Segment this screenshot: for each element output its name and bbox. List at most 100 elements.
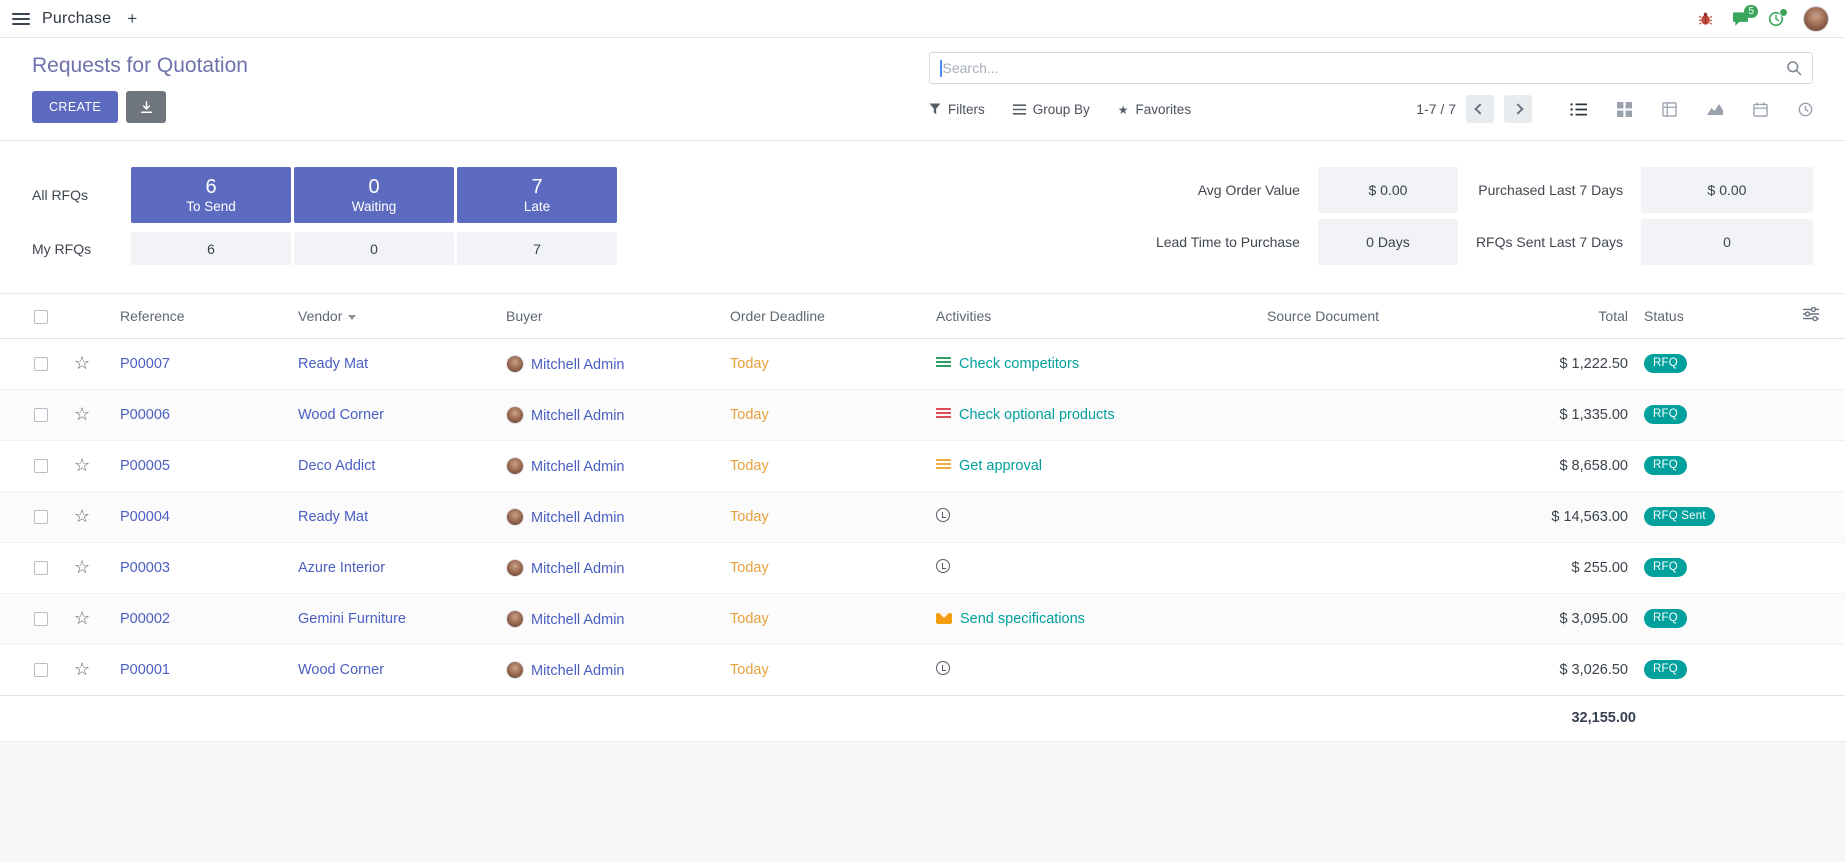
group-by-icon (1013, 104, 1026, 115)
favorite-star-icon[interactable] (74, 608, 90, 628)
late-card[interactable]: 7 Late (457, 167, 617, 223)
table-row[interactable]: P00006 Wood Corner Mitchell Admin Today … (0, 389, 1845, 440)
favorite-star-icon[interactable] (74, 506, 90, 526)
row-checkbox[interactable] (34, 663, 48, 677)
buyer-link[interactable]: Mitchell Admin (531, 561, 624, 577)
col-header-activities[interactable]: Activities (928, 294, 1259, 338)
clock-icon[interactable] (936, 661, 950, 675)
vendor-link[interactable]: Wood Corner (298, 662, 384, 678)
col-header-source-document[interactable]: Source Document (1259, 294, 1496, 338)
buyer-link[interactable]: Mitchell Admin (531, 510, 624, 526)
vendor-link[interactable]: Wood Corner (298, 407, 384, 423)
favorite-star-icon[interactable] (74, 353, 90, 373)
group-by-button[interactable]: Group By (1013, 102, 1090, 117)
select-all-checkbox[interactable] (34, 310, 48, 324)
buyer-link[interactable]: Mitchell Admin (531, 459, 624, 475)
reference-link[interactable]: P00006 (120, 407, 170, 423)
row-checkbox[interactable] (34, 459, 48, 473)
pivot-view-icon[interactable] (1662, 102, 1677, 117)
export-button[interactable] (126, 91, 166, 123)
activity-link[interactable]: Send specifications (960, 611, 1085, 627)
graph-view-icon[interactable] (1707, 102, 1723, 116)
activity-link[interactable]: Get approval (959, 458, 1042, 474)
row-checkbox[interactable] (34, 357, 48, 371)
activity-list-icon (936, 357, 951, 369)
table-row[interactable]: P00005 Deco Addict Mitchell Admin Today … (0, 440, 1845, 491)
vendor-link[interactable]: Azure Interior (298, 560, 385, 576)
favorites-button[interactable]: Favorites (1118, 102, 1191, 117)
activities-clock-icon[interactable] (1768, 11, 1784, 27)
favorite-star-icon[interactable] (74, 404, 90, 424)
favorite-star-icon[interactable] (74, 557, 90, 577)
activity-link[interactable]: Check competitors (959, 356, 1079, 372)
calendar-view-icon[interactable] (1753, 102, 1768, 117)
total-amount: $ 8,658.00 (1559, 458, 1628, 474)
hamburger-menu-icon[interactable] (12, 13, 30, 25)
col-header-total[interactable]: Total (1496, 294, 1636, 338)
rfq-dashboard: All RFQs 6 To Send 0 Waiting 7 Late My R… (0, 141, 1845, 294)
sort-descending-icon (348, 315, 356, 320)
col-header-reference[interactable]: Reference (112, 294, 290, 338)
reference-link[interactable]: P00004 (120, 509, 170, 525)
messages-icon[interactable]: 5 (1732, 11, 1749, 27)
kanban-view-icon[interactable] (1617, 102, 1632, 117)
pager-next-button[interactable] (1504, 95, 1532, 123)
clock-icon[interactable] (936, 508, 950, 522)
activity-view-icon[interactable] (1798, 102, 1813, 117)
row-checkbox[interactable] (34, 612, 48, 626)
reference-link[interactable]: P00005 (120, 458, 170, 474)
total-amount: $ 14,563.00 (1551, 509, 1628, 525)
reference-link[interactable]: P00002 (120, 611, 170, 627)
reference-link[interactable]: P00007 (120, 356, 170, 372)
my-to-send-count[interactable]: 6 (131, 232, 291, 265)
total-amount: $ 255.00 (1572, 560, 1628, 576)
filters-button[interactable]: Filters (929, 102, 985, 117)
my-rfqs-label[interactable]: My RFQs (32, 241, 128, 257)
create-button[interactable]: CREATE (32, 91, 118, 123)
table-row[interactable]: P00001 Wood Corner Mitchell Admin Today … (0, 644, 1845, 695)
my-late-count[interactable]: 7 (457, 232, 617, 265)
debug-bug-icon[interactable] (1698, 11, 1713, 26)
table-row[interactable]: P00004 Ready Mat Mitchell Admin Today $ … (0, 491, 1845, 542)
buyer-link[interactable]: Mitchell Admin (531, 357, 624, 373)
buyer-link[interactable]: Mitchell Admin (531, 408, 624, 424)
buyer-link[interactable]: Mitchell Admin (531, 663, 624, 679)
favorite-star-icon[interactable] (74, 455, 90, 475)
status-badge: RFQ Sent (1644, 507, 1715, 527)
buyer-link[interactable]: Mitchell Admin (531, 612, 624, 628)
my-waiting-count[interactable]: 0 (294, 232, 454, 265)
table-row[interactable]: P00003 Azure Interior Mitchell Admin Tod… (0, 542, 1845, 593)
col-header-status[interactable]: Status (1636, 294, 1789, 338)
user-avatar[interactable] (1803, 6, 1829, 32)
control-panel: Requests for Quotation CREATE Search... … (0, 38, 1845, 141)
buyer-avatar (506, 457, 524, 475)
optional-columns-icon[interactable] (1803, 307, 1819, 321)
reference-link[interactable]: P00001 (120, 662, 170, 678)
all-rfqs-label[interactable]: All RFQs (32, 187, 128, 203)
favorites-star-icon (1118, 102, 1129, 117)
list-view-icon[interactable] (1570, 102, 1587, 117)
vendor-link[interactable]: Gemini Furniture (298, 611, 406, 627)
to-send-card[interactable]: 6 To Send (131, 167, 291, 223)
vendor-link[interactable]: Ready Mat (298, 509, 368, 525)
row-checkbox[interactable] (34, 561, 48, 575)
activity-link[interactable]: Check optional products (959, 407, 1115, 423)
col-header-order-deadline[interactable]: Order Deadline (722, 294, 928, 338)
pager-previous-button[interactable] (1466, 95, 1494, 123)
row-checkbox[interactable] (34, 408, 48, 422)
clock-icon[interactable] (936, 559, 950, 573)
status-badge: RFQ (1644, 456, 1687, 476)
row-checkbox[interactable] (34, 510, 48, 524)
col-header-buyer[interactable]: Buyer (498, 294, 722, 338)
vendor-link[interactable]: Ready Mat (298, 356, 368, 372)
reference-link[interactable]: P00003 (120, 560, 170, 576)
favorite-star-icon[interactable] (74, 659, 90, 679)
add-tab-icon[interactable] (127, 10, 137, 27)
table-row[interactable]: P00002 Gemini Furniture Mitchell Admin T… (0, 593, 1845, 644)
col-header-vendor[interactable]: Vendor (290, 294, 498, 338)
search-input[interactable]: Search... (929, 52, 1813, 84)
app-title[interactable]: Purchase (42, 10, 111, 28)
vendor-link[interactable]: Deco Addict (298, 458, 375, 474)
waiting-card[interactable]: 0 Waiting (294, 167, 454, 223)
table-row[interactable]: P00007 Ready Mat Mitchell Admin Today Ch… (0, 338, 1845, 389)
